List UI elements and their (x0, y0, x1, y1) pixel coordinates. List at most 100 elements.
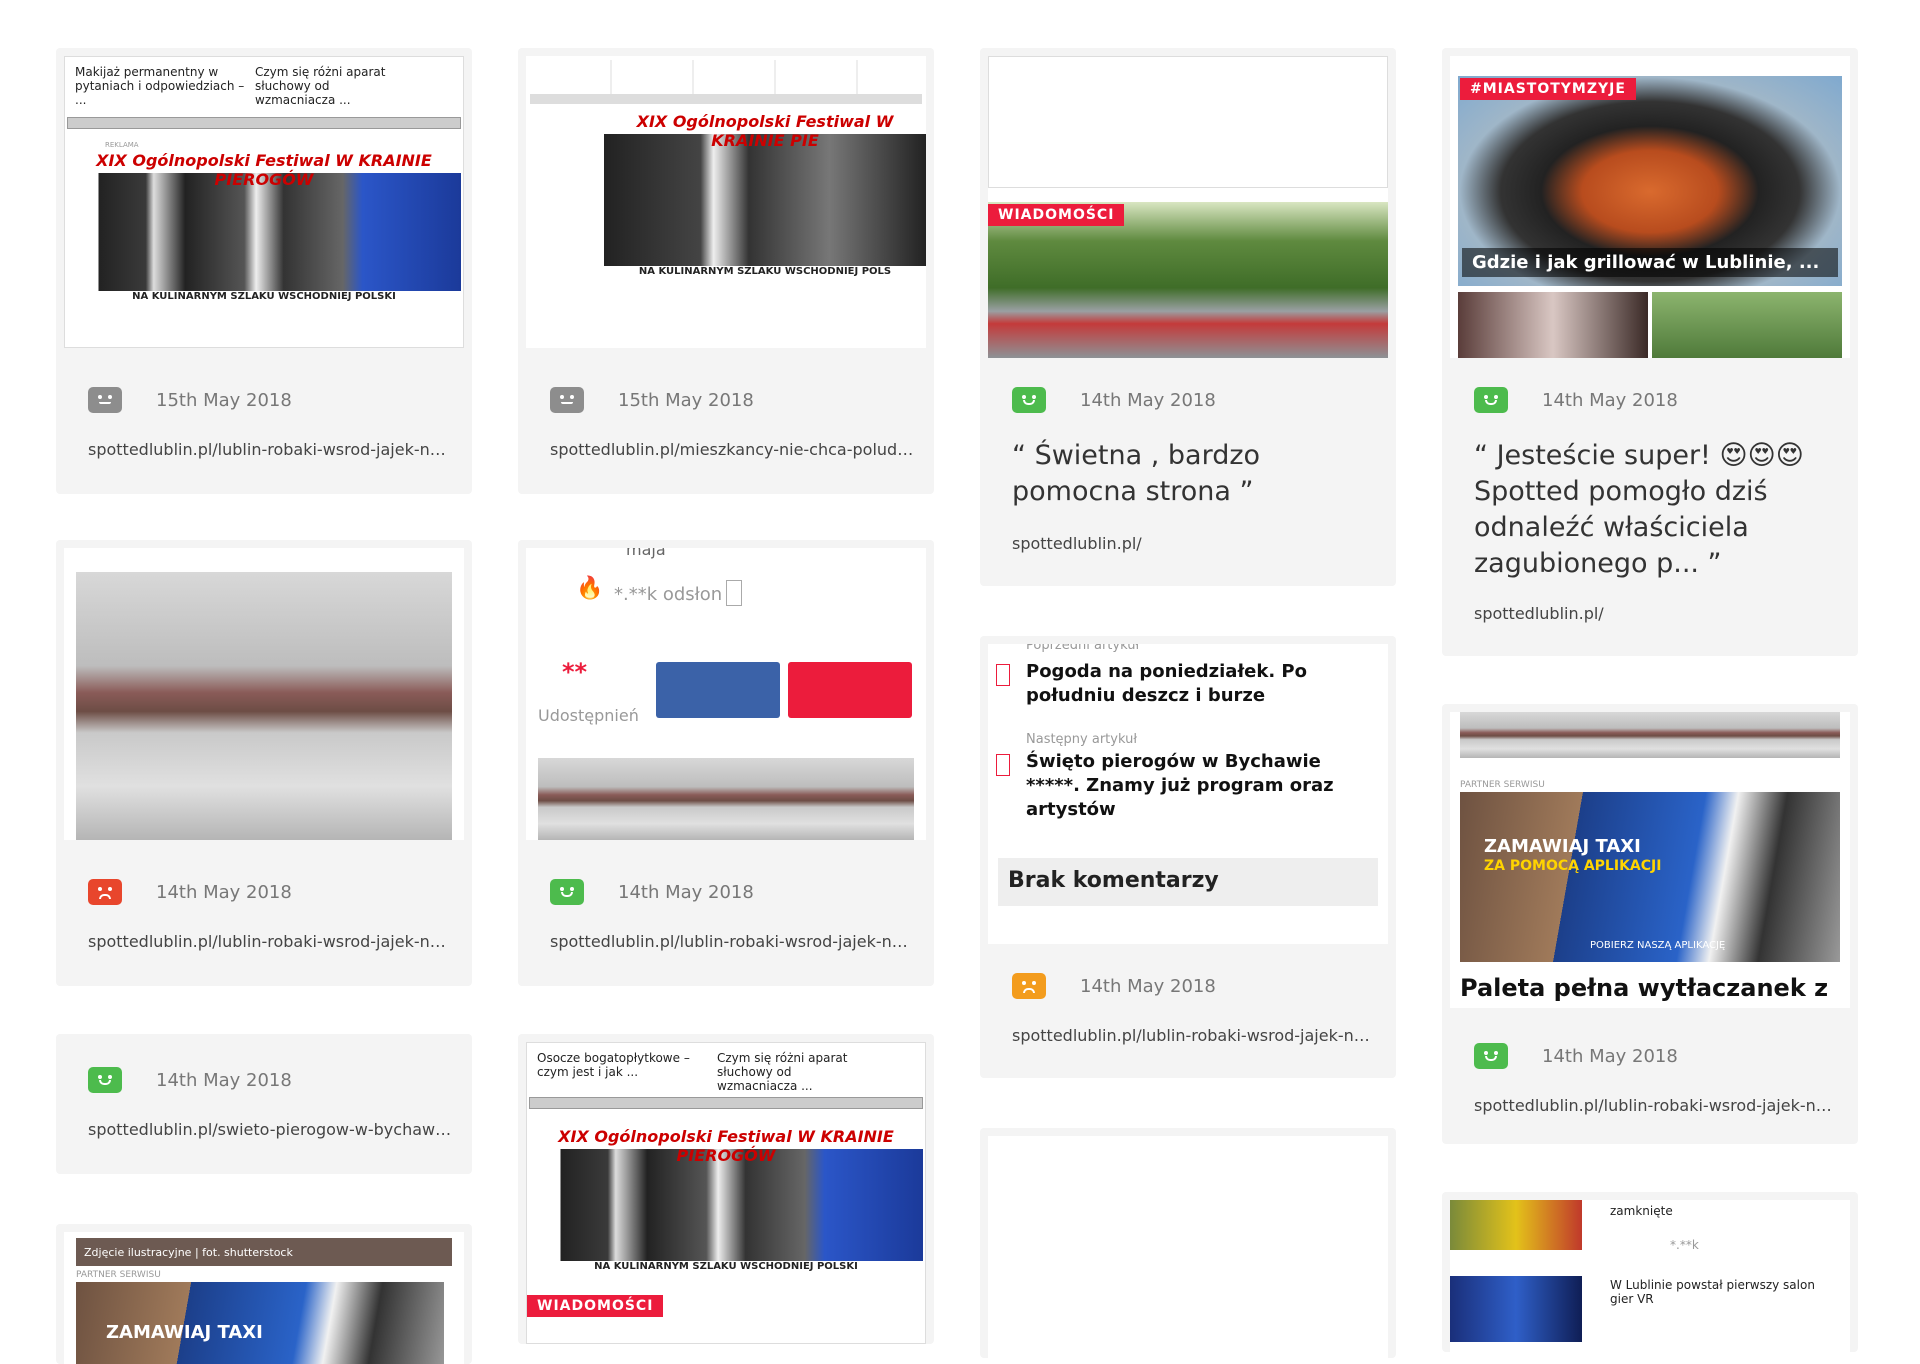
happy-face-icon (1474, 387, 1508, 413)
card-meta: 14th May 2018 (88, 874, 452, 910)
article-screenshot: maja 🔥 *.**k odsłon ** Udostępnień (526, 548, 926, 840)
spotted-card[interactable]: 14th May 2018 spottedlublin.pl/swieto-pi… (56, 1034, 472, 1174)
post-link[interactable]: spottedlublin.pl/lublin-robaki-wsrod-jaj… (550, 932, 914, 951)
post-date: 14th May 2018 (1080, 389, 1216, 411)
article-screenshot: Makijaż permanentny w pytaniach i odpowi… (64, 56, 464, 348)
banner-title: XIX Ogólnopolski Festiwal W KRAINIE PIER… (529, 1127, 923, 1165)
article-screenshot: zamknięte W Lublinie powstał pierwszy sa… (1450, 1200, 1850, 1352)
article-headline[interactable]: Paleta pełna wytłaczanek z (1460, 974, 1840, 1002)
fire-icon: 🔥 (576, 576, 604, 601)
banner-footer: NA KULINARNYM SZLAKU WSCHODNIEJ POLSKI (529, 1261, 923, 1277)
spotted-card[interactable]: zamknięte W Lublinie powstał pierwszy sa… (1442, 1192, 1858, 1352)
share-button[interactable] (788, 662, 912, 718)
card-meta: 15th May 2018 (88, 382, 452, 418)
thumbnail-photo (1458, 292, 1648, 358)
card-meta: 15th May 2018 (550, 382, 914, 418)
spotted-card[interactable]: Zdjęcie ilustracyjne | fot. shutterstock… (56, 1224, 472, 1364)
spotted-card[interactable] (980, 1128, 1396, 1358)
happy-face-icon (1012, 387, 1046, 413)
thumbnail-photo (1450, 1276, 1582, 1342)
card-meta: 14th May 2018 (1012, 968, 1376, 1004)
post-link[interactable]: spottedlublin.pl/swieto-pierogow-w-bycha… (88, 1120, 452, 1139)
spotted-card[interactable]: Makijaż permanentny w pytaniach i odpowi… (56, 48, 472, 494)
happy-face-icon (1474, 1043, 1508, 1069)
taxi-ad-title: ZAMAWIAJ TAXI (1484, 836, 1641, 857)
ad-label: REKLAMA (105, 141, 139, 149)
spotted-card[interactable]: Poprzedni artykuł Pogoda na poniedziałek… (980, 636, 1396, 1078)
festival-banner: XIX Ogólnopolski Festiwal W KRAINIE PIE … (604, 112, 926, 282)
article-screenshot (988, 1136, 1388, 1358)
spotted-card[interactable]: XIX Ogólnopolski Festiwal W KRAINIE PIE … (518, 48, 934, 494)
blank-area (988, 56, 1388, 188)
next-article-link[interactable]: Święto pierogów w Bychawie *****. Znamy … (1026, 750, 1358, 822)
banner-footer: NA KULINARNYM SZLAKU WSCHODNIEJ POLSKI (67, 291, 461, 307)
taxi-ad[interactable]: ZAMAWIAJ TAXI ZA POMOCĄ APLIKACJI POBIER… (1460, 792, 1840, 962)
post-link[interactable]: spottedlublin.pl/ (1012, 534, 1376, 553)
post-date: 14th May 2018 (1542, 1045, 1678, 1067)
article-screenshot: Osocze bogatopłytkowe – czym jest i jak … (526, 1042, 926, 1344)
category-tag[interactable]: #MIASTOTYMZYJE (1460, 78, 1636, 100)
post-date: 14th May 2018 (1542, 389, 1678, 411)
thumbnail-photo (1450, 1200, 1582, 1250)
view-count: *.**k (1670, 1238, 1699, 1252)
prev-article-link[interactable]: Pogoda na poniedziałek. Po południu desz… (1026, 660, 1358, 708)
photo-caption[interactable]: Gdzie i jak grillować w Lublinie, ... (1462, 248, 1838, 277)
egg-tray-photo (76, 572, 452, 840)
facebook-share-button[interactable] (656, 662, 780, 718)
spotted-card[interactable]: Osocze bogatopłytkowe – czym jest i jak … (518, 1034, 934, 1344)
share-count: ** (562, 658, 588, 686)
card-meta: 14th May 2018 (1474, 1038, 1838, 1074)
share-label: Udostępnień (538, 706, 639, 725)
article-screenshot: Zdjęcie ilustracyjne | fot. shutterstock… (64, 1232, 464, 1364)
spotted-card[interactable]: maja 🔥 *.**k odsłon ** Udostępnień 14th … (518, 540, 934, 986)
happy-face-icon (88, 1067, 122, 1093)
taxi-ad-subtitle: ZA POMOCĄ APLIKACJI (1484, 858, 1662, 874)
scrollbar (530, 94, 922, 104)
spotted-card[interactable]: 14th May 2018 spottedlublin.pl/lublin-ro… (56, 540, 472, 986)
article-item-title[interactable]: W Lublinie powstał pierwszy salon gier V… (1610, 1278, 1840, 1306)
happy-face-icon (550, 879, 584, 905)
tab-text: Osocze bogatopłytkowe – czym jest i jak … (537, 1051, 690, 1079)
spotted-card[interactable]: PARTNER SERWISU ZAMAWIAJ TAXI ZA POMOCĄ … (1442, 704, 1858, 1144)
post-link[interactable]: spottedlublin.pl/lublin-robaki-wsrod-jaj… (1012, 1026, 1376, 1045)
spotted-card[interactable]: #MIASTOTYMZYJE Gdzie i jak grillować w L… (1442, 48, 1858, 656)
card-meta: 14th May 2018 (88, 1062, 452, 1098)
document-icon (996, 664, 1010, 686)
photo-caption: Zdjęcie ilustracyjne | fot. shutterstock (76, 1238, 452, 1266)
post-link[interactable]: spottedlublin.pl/mieszkancy-nie-chca-pol… (550, 440, 914, 459)
card-meta: 14th May 2018 (1012, 382, 1376, 418)
post-link[interactable]: spottedlublin.pl/lublin-robaki-wsrod-jaj… (88, 440, 452, 459)
scrollbar (67, 117, 461, 129)
sad-face-icon (1012, 973, 1046, 999)
post-date: 14th May 2018 (618, 881, 754, 903)
post-link[interactable]: spottedlublin.pl/ (1474, 604, 1838, 623)
partner-label: PARTNER SERWISU (76, 1270, 161, 1280)
card-meta: 14th May 2018 (550, 874, 914, 910)
document-icon (996, 754, 1010, 776)
spotted-card[interactable]: WIADOMOŚCI 14th May 2018 “ Świetna , bar… (980, 48, 1396, 586)
banner-title: XIX Ogólnopolski Festiwal W KRAINIE PIER… (67, 151, 461, 189)
article-screenshot: WIADOMOŚCI (988, 56, 1388, 358)
category-tag[interactable]: WIADOMOŚCI (527, 1295, 664, 1317)
tab-text: Czym się różni aparat słuchowy od wzmacn… (255, 65, 386, 107)
card-meta: 14th May 2018 (1474, 382, 1838, 418)
angry-face-icon (88, 879, 122, 905)
partial-text: maja (626, 548, 666, 559)
category-tag[interactable]: WIADOMOŚCI (988, 204, 1125, 226)
comments-header: Brak komentarzy (998, 858, 1378, 906)
taxi-ad-footer: POBIERZ NASZĄ APLIKACJĘ (1590, 940, 1726, 951)
post-link[interactable]: spottedlublin.pl/lublin-robaki-wsrod-jaj… (1474, 1096, 1838, 1115)
scrollbar (529, 1097, 923, 1109)
post-link[interactable]: spottedlublin.pl/lublin-robaki-wsrod-jaj… (88, 932, 452, 951)
post-quote: “ Świetna , bardzo pomocna strona ” (1012, 440, 1261, 507)
post-date: 14th May 2018 (156, 1069, 292, 1091)
tab-strip (530, 60, 922, 94)
article-screenshot (64, 548, 464, 840)
taxi-ad: ZAMAWIAJ TAXI (76, 1282, 444, 1364)
taxi-ad-title: ZAMAWIAJ TAXI (106, 1322, 263, 1343)
banner-title: XIX Ogólnopolski Festiwal W KRAINIE PIE (604, 112, 926, 150)
article-item-title[interactable]: zamknięte (1610, 1204, 1673, 1218)
post-date: 14th May 2018 (1080, 975, 1216, 997)
post-quote: “ Jesteście super! 😍😍😍 Spotted pomogło d… (1474, 440, 1804, 579)
festival-banner: XIX Ogólnopolski Festiwal W KRAINIE PIER… (529, 1127, 923, 1277)
